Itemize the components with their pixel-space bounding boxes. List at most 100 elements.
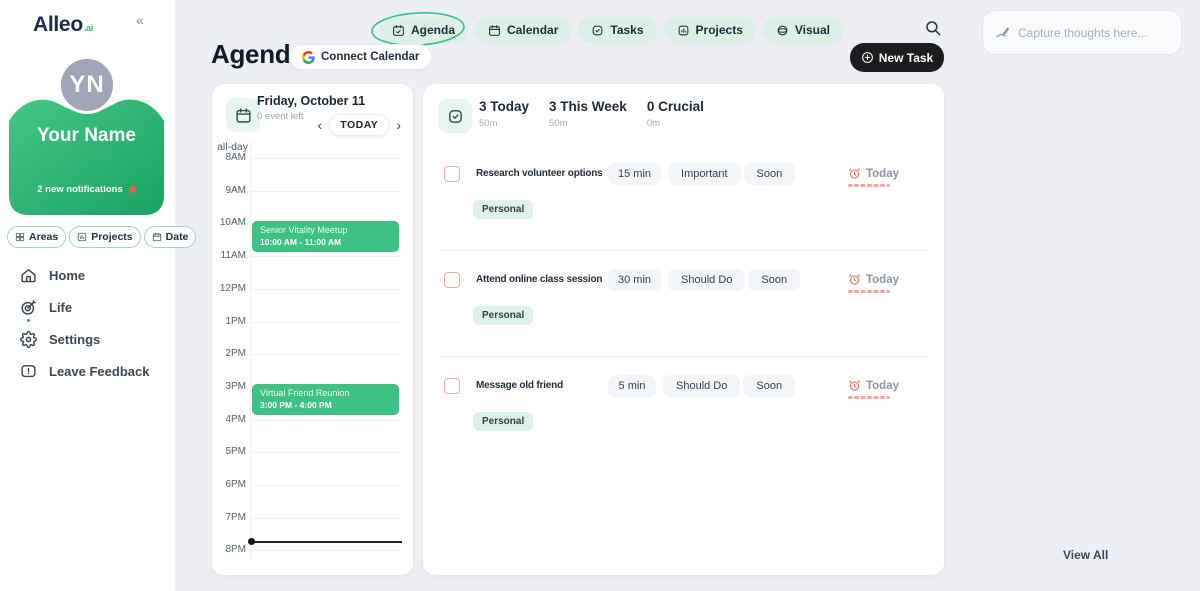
- event-title: Senior Vitality Meetup: [260, 225, 391, 235]
- task-title[interactable]: Message old friend: [476, 380, 608, 391]
- tab-visual-label: Visual: [795, 23, 830, 37]
- pen-scribble-icon: [995, 25, 1010, 40]
- tab-agenda[interactable]: Agenda: [379, 17, 468, 43]
- hour-label: 6PM: [212, 479, 246, 490]
- filter-areas[interactable]: Areas: [7, 226, 66, 248]
- top-nav: Agenda Calendar Tasks Projects Visual: [379, 17, 843, 43]
- projects-icon: [677, 24, 690, 37]
- task-due-label: Today: [866, 168, 899, 180]
- sidebar-item-feedback[interactable]: Leave Feedback: [20, 361, 149, 381]
- task-priority-pill[interactable]: Important: [668, 163, 740, 185]
- summary-crucial: 0 Crucial 0m: [647, 99, 704, 129]
- hour-line: [250, 485, 401, 486]
- gear-icon: [20, 331, 37, 348]
- task-tag[interactable]: Personal: [473, 200, 533, 219]
- hour-line: [250, 452, 401, 453]
- calendar-date-title: Friday, October 11: [257, 94, 365, 108]
- sidebar-item-home-label: Home: [49, 268, 85, 283]
- capture-thoughts-input[interactable]: [1018, 26, 1169, 40]
- sidebar-nav: Home Life Settings Leave Feedback: [20, 265, 149, 381]
- due-underline: [848, 290, 890, 293]
- filter-date-label: Date: [166, 231, 189, 243]
- tasks-check-icon: [591, 24, 604, 37]
- event-time: 10:00 AM - 11:00 AM: [260, 237, 391, 247]
- calendar-panel: Friday, October 11 0 event left ‹ TODAY …: [212, 84, 413, 575]
- task-due[interactable]: Today: [848, 167, 899, 180]
- hour-line: [250, 322, 401, 323]
- calendar-event[interactable]: Senior Vitality Meetup 10:00 AM - 11:00 …: [252, 221, 399, 252]
- sidebar-item-home[interactable]: Home: [20, 265, 149, 285]
- tab-tasks[interactable]: Tasks: [578, 17, 656, 43]
- sidebar-item-feedback-label: Leave Feedback: [49, 364, 149, 379]
- tab-calendar[interactable]: Calendar: [475, 17, 571, 43]
- alarm-clock-icon: [848, 167, 861, 180]
- task-urgency-pill[interactable]: Soon: [748, 269, 800, 291]
- calendar-event[interactable]: Virtual Friend Reunion 3:00 PM - 4:00 PM: [252, 384, 399, 415]
- task-due[interactable]: Today: [848, 273, 899, 286]
- filter-projects[interactable]: Projects: [69, 226, 140, 248]
- chevron-right-icon[interactable]: ›: [396, 118, 401, 132]
- calendar-panel-icon-box: [226, 98, 260, 132]
- task-priority-pill[interactable]: Should Do: [663, 375, 740, 397]
- task-due-label: Today: [866, 274, 899, 286]
- current-time-line: [250, 541, 402, 543]
- task-row: Message old friend 5 min Should Do Soon …: [423, 367, 944, 473]
- task-title[interactable]: Attend online class session: [476, 274, 608, 285]
- tab-projects[interactable]: Projects: [664, 17, 756, 43]
- task-duration-pill[interactable]: 15 min: [608, 163, 661, 185]
- life-active-dot: [27, 319, 30, 322]
- capture-thoughts-box[interactable]: [982, 10, 1182, 55]
- hour-label: 1PM: [212, 316, 246, 327]
- task-priority-pill[interactable]: Should Do: [668, 269, 745, 291]
- summary-today: 3 Today 50m: [479, 99, 529, 129]
- new-task-button[interactable]: New Task: [850, 43, 944, 72]
- today-button[interactable]: TODAY: [329, 114, 389, 136]
- filter-projects-label: Projects: [91, 231, 132, 243]
- task-duration-pill[interactable]: 5 min: [608, 375, 656, 397]
- filter-date[interactable]: Date: [144, 226, 197, 248]
- notifications-label[interactable]: 2 new notifications: [9, 184, 164, 195]
- alarm-clock-icon: [848, 379, 861, 392]
- task-urgency-pill[interactable]: Soon: [744, 163, 796, 185]
- agenda-icon: [392, 24, 405, 37]
- due-underline: [848, 396, 890, 399]
- hour-line: [250, 158, 401, 159]
- hour-label: 10AM: [212, 217, 246, 228]
- calendar-events-left: 0 event left: [257, 111, 303, 122]
- chevron-left-icon[interactable]: ‹: [318, 118, 323, 132]
- logo-text: Alleo: [33, 13, 83, 36]
- summary-this-week: 3 This Week 50m: [549, 99, 627, 129]
- hour-line: [250, 354, 401, 355]
- row-divider: [437, 356, 930, 357]
- task-duration-pill[interactable]: 30 min: [608, 269, 661, 291]
- areas-grid-icon: [15, 232, 25, 242]
- task-due[interactable]: Today: [848, 379, 899, 392]
- collapse-sidebar-icon[interactable]: «: [136, 12, 144, 28]
- tab-visual[interactable]: Visual: [763, 17, 843, 43]
- task-tag[interactable]: Personal: [473, 412, 533, 431]
- app-logo: Alleo.ai: [33, 13, 93, 37]
- tab-tasks-label: Tasks: [610, 23, 643, 37]
- task-checkbox[interactable]: [444, 378, 460, 394]
- task-title[interactable]: Research volunteer options: [476, 168, 608, 179]
- search-icon[interactable]: [924, 19, 942, 37]
- summary-duration: 50m: [479, 118, 529, 129]
- date-calendar-icon: [152, 232, 162, 242]
- sidebar-item-settings[interactable]: Settings: [20, 329, 149, 349]
- google-g-icon: [302, 51, 315, 64]
- task-urgency-pill[interactable]: Soon: [743, 375, 795, 397]
- task-summary: 3 Today 50m 3 This Week 50m 0 Crucial 0m: [479, 99, 704, 129]
- alarm-clock-icon: [848, 273, 861, 286]
- connect-calendar-button[interactable]: Connect Calendar: [289, 44, 432, 70]
- sidebar-item-life[interactable]: Life: [20, 297, 149, 317]
- summary-count: 0 Crucial: [647, 99, 704, 114]
- event-title: Virtual Friend Reunion: [260, 388, 391, 398]
- hour-label: 12PM: [212, 283, 246, 294]
- view-all-link[interactable]: View All: [1063, 548, 1108, 562]
- task-checkbox[interactable]: [444, 166, 460, 182]
- task-checkbox[interactable]: [444, 272, 460, 288]
- task-tag[interactable]: Personal: [473, 306, 533, 325]
- avatar[interactable]: YN: [58, 56, 116, 114]
- new-task-label: New Task: [879, 51, 933, 65]
- hour-label: 4PM: [212, 414, 246, 425]
